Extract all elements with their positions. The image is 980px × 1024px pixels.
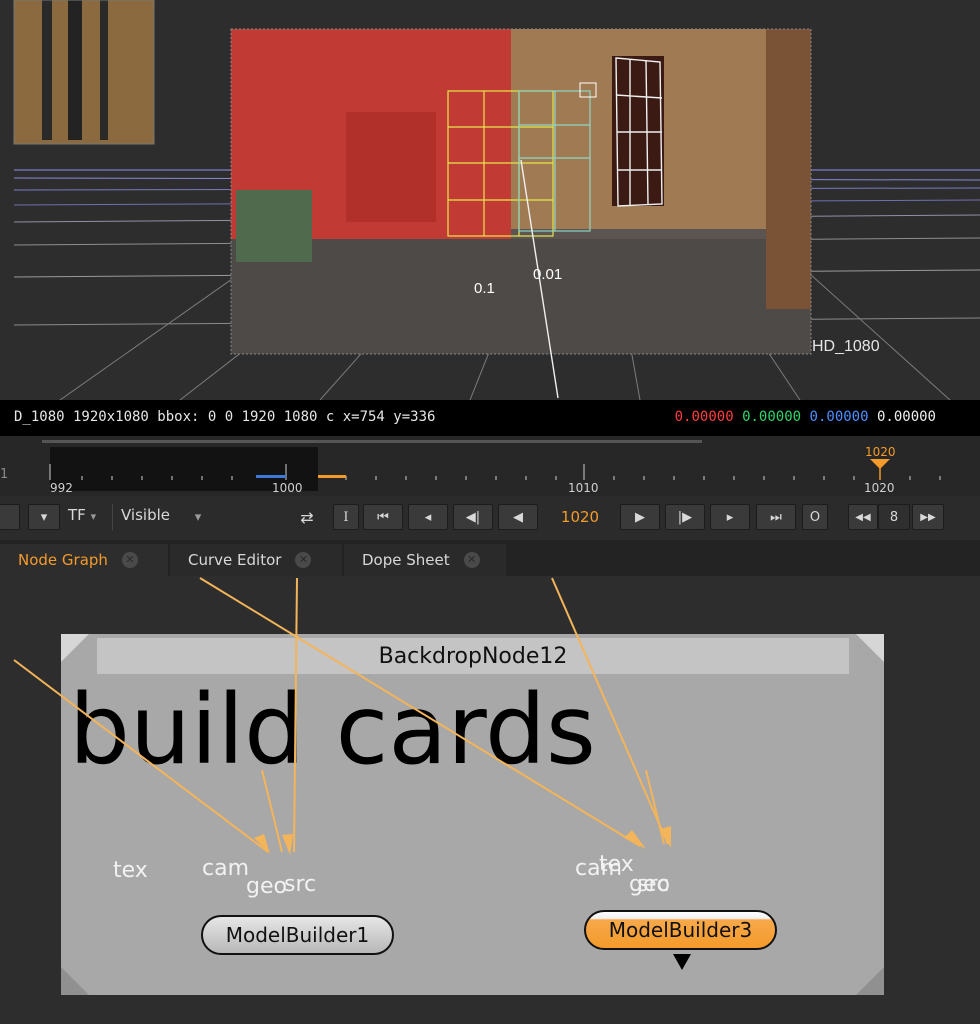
input-label-src: src (637, 872, 670, 897)
viewer-info-bar: D_1080 1920x1080 bbox: 0 0 1920 1080 c x… (0, 400, 980, 436)
prev-frame-icon[interactable]: ◀| (453, 504, 493, 530)
input-label-src: src (284, 872, 317, 897)
playhead-marker[interactable] (870, 459, 890, 469)
input-label-geo: geo (246, 874, 287, 899)
card-thumbnail (14, 0, 154, 144)
step-value-field[interactable]: 8 (878, 504, 910, 530)
tf-dropdown[interactable]: TF ▾ (68, 506, 96, 524)
prev-keyframe-icon[interactable]: ◂ (408, 504, 448, 530)
step-back-icon[interactable]: ◀◀ (848, 504, 878, 530)
keyframe-range (256, 475, 286, 478)
plate-image (230, 28, 812, 355)
viewer-panel[interactable]: 0.01 0.1 HD_1080 (0, 0, 980, 400)
next-frame-icon[interactable]: |▶ (665, 504, 705, 530)
dropdown-arrow-icon: ▾ (40, 509, 48, 525)
tab-curve-editor[interactable]: Curve Editor ✕ (170, 544, 342, 576)
timeline-tick-label: 1000 (272, 481, 303, 495)
distance-label: 0.01 (533, 266, 562, 283)
backdrop-corner (61, 634, 89, 662)
timeline-tick-label: 1010 (568, 481, 599, 495)
timeline-ruler[interactable]: 1 1020 992 1000 1010 1020 (0, 436, 980, 496)
tab-label: Curve Editor (188, 551, 282, 569)
node-modelbuilder3[interactable]: ModelBuilder3 (584, 910, 777, 950)
rgba-readout: 0.00000 0.00000 0.00000 0.00000 (675, 409, 936, 425)
format-label: HD_1080 (812, 338, 880, 355)
visible-label: Visible (121, 506, 170, 524)
tab-dope-sheet[interactable]: Dope Sheet ✕ (344, 544, 506, 576)
timeline[interactable]: 1 1020 992 1000 1010 1020 (0, 436, 980, 496)
alpha-value: 0.00000 (876, 409, 936, 425)
separator (112, 504, 113, 530)
skip-to-start-icon[interactable]: ⏮ (363, 504, 403, 530)
node-modelbuilder1[interactable]: ModelBuilder1 (201, 915, 394, 955)
out-point-button[interactable]: O (802, 504, 828, 530)
blue-value: 0.00000 (809, 409, 869, 425)
format-info: D_1080 1920x1080 bbox: 0 0 1920 1080 c x… (14, 409, 436, 425)
playback-controls: ▾ TF ▾ Visible ▾ ⇄ I ⏮ ◂ ◀| ◀ 1020 ▶ |▶ … (0, 496, 980, 540)
playhead-frame-label: 1020 (865, 445, 896, 459)
current-frame-field[interactable]: 1020 (546, 504, 614, 530)
card-thumbnail-pipe (68, 0, 82, 140)
in-point-button[interactable]: I (333, 504, 359, 530)
leftmost-button[interactable] (0, 504, 20, 530)
distance-label: 0.1 (474, 280, 495, 297)
backdrop-resize-handle[interactable] (856, 967, 884, 995)
close-icon[interactable]: ✕ (295, 552, 312, 568)
backdrop-title: BackdropNode12 (97, 638, 849, 674)
dropdown-arrow-icon[interactable]: ▾ (184, 504, 212, 530)
backdrop-corner (61, 967, 89, 995)
viewer-canvas[interactable]: 0.01 0.1 HD_1080 (0, 0, 980, 400)
green-value: 0.00000 (742, 409, 802, 425)
node-graph-canvas[interactable]: BackdropNode12 build cards tex cam geo s… (0, 576, 980, 1024)
input-label-tex: tex (113, 858, 148, 883)
step-forward-icon[interactable]: ▶▶ (912, 504, 944, 530)
output-arrow-icon (673, 954, 691, 970)
backdrop-corner (856, 634, 884, 662)
dropdown-arrow-icon: ▾ (90, 510, 97, 523)
tf-label: TF (68, 506, 86, 524)
next-keyframe-icon[interactable]: ▸ (710, 504, 750, 530)
panel-tab-bar: Node Graph ✕ Curve Editor ✕ Dope Sheet ✕ (0, 540, 980, 576)
visible-dropdown[interactable]: Visible (121, 506, 170, 524)
card-thumbnail-pipe (42, 0, 52, 140)
tab-node-graph[interactable]: Node Graph ✕ (0, 544, 168, 576)
playback-range (318, 475, 346, 478)
timeline-tick-label: 1020 (864, 481, 895, 495)
play-forward-icon[interactable]: ▶ (620, 504, 660, 530)
backdrop-node[interactable]: BackdropNode12 build cards tex cam geo s… (61, 634, 884, 995)
red-value: 0.00000 (674, 409, 734, 425)
timeline-scrollbar[interactable] (42, 440, 702, 443)
card-thumbnail-pipe (100, 0, 108, 140)
view-dropdown[interactable]: ▾ (28, 504, 60, 530)
close-icon[interactable]: ✕ (121, 552, 138, 568)
play-backward-icon[interactable]: ◀ (498, 504, 538, 530)
timeline-tick-label: 992 (50, 481, 73, 495)
tab-label: Node Graph (18, 551, 108, 569)
timeline-edge-label: 1 (0, 467, 8, 482)
skip-to-end-icon[interactable]: ⏭ (756, 504, 796, 530)
input-label-cam: cam (202, 856, 250, 881)
sync-icon[interactable]: ⇄ (290, 504, 324, 530)
close-icon[interactable]: ✕ (463, 552, 480, 568)
tab-label: Dope Sheet (362, 551, 450, 569)
backdrop-label: build cards (69, 674, 596, 786)
